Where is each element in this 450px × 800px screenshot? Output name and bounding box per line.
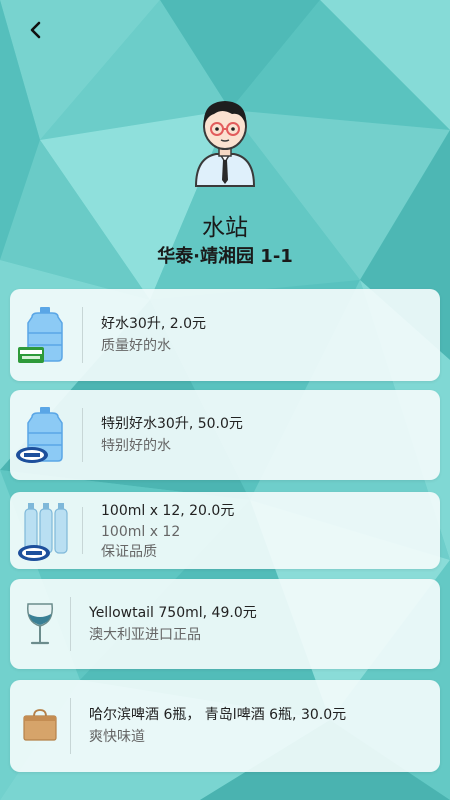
separator: [82, 408, 83, 462]
separator: [82, 507, 83, 554]
product-subtitle: 质量好的水: [101, 338, 171, 354]
separator: [70, 698, 71, 754]
water-jug-quechao-icon: [10, 390, 82, 480]
product-subtitle: 特别好的水: [101, 438, 171, 454]
back-button[interactable]: [22, 16, 50, 44]
product-subtitle: 保证品质: [101, 543, 157, 560]
chevron-left-icon: [30, 21, 41, 39]
station-name: 水站: [202, 215, 248, 241]
product-card[interactable]: 好水30升, 2.0元 质量好的水: [10, 289, 440, 381]
product-subtitle: 澳大利亚进口正品: [89, 627, 201, 643]
product-title: Yellowtail 750ml, 49.0元: [89, 605, 257, 621]
product-card[interactable]: 特别好水30升, 50.0元 特别好的水: [10, 390, 440, 480]
water-bottles-quechao-icon: [10, 492, 82, 569]
product-title: 特别好水30升, 50.0元: [101, 416, 243, 432]
wine-glass-icon: [10, 579, 70, 669]
product-title: 100ml x 12, 20.0元: [101, 502, 235, 519]
person-avatar-icon: [194, 101, 256, 187]
product-card[interactable]: Yellowtail 750ml, 49.0元 澳大利亚进口正品: [10, 579, 440, 669]
product-card[interactable]: 哈尔滨啤酒 6瓶， 青岛l啤酒 6瓶, 30.0元 爽快味道: [10, 680, 440, 772]
water-jug-cestbon-icon: [10, 289, 82, 381]
separator: [82, 307, 83, 363]
product-title: 好水30升, 2.0元: [101, 316, 206, 332]
product-title: 哈尔滨啤酒 6瓶， 青岛l啤酒 6瓶, 30.0元: [89, 707, 347, 723]
box-icon: [10, 680, 70, 772]
product-card[interactable]: 100ml x 12, 20.0元 100ml x 12 保证品质: [10, 492, 440, 569]
product-subtitle: 爽快味道: [89, 729, 145, 745]
separator: [70, 597, 71, 651]
product-subtitle: 100ml x 12: [101, 523, 181, 540]
station-address: 华泰·靖湘园 1-1: [157, 246, 293, 267]
